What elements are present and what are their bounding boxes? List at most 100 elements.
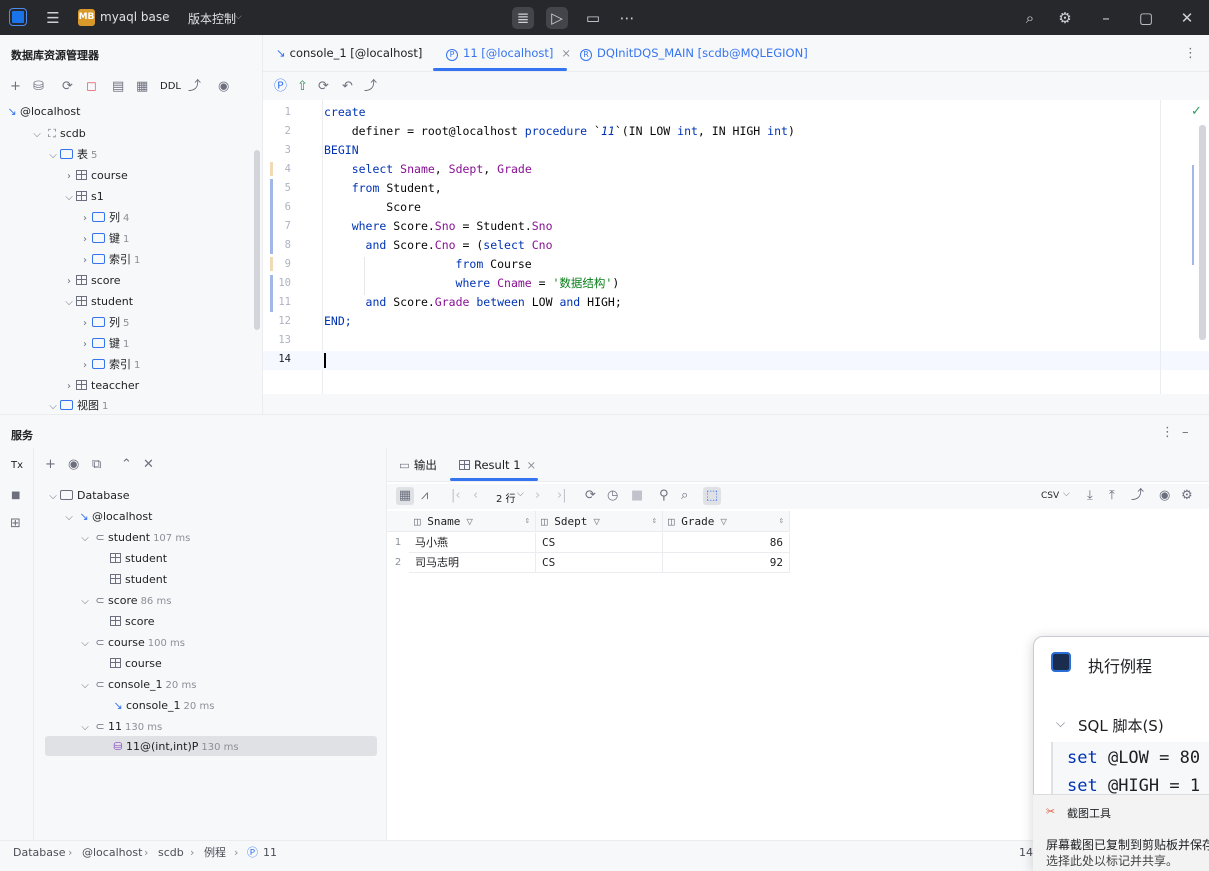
- refresh-icon[interactable]: ⟳: [62, 78, 73, 96]
- table-view-icon[interactable]: ▦: [136, 78, 148, 96]
- svc-procedure-call[interactable]: ⛁ 11@(int,int)P 130 ms: [110, 736, 238, 757]
- tree-table-student[interactable]: ⌵ student: [62, 291, 133, 312]
- chevron-right-icon[interactable]: ›: [62, 166, 76, 187]
- tab-output[interactable]: ▭ 输出: [399, 449, 437, 482]
- history-icon[interactable]: ◷: [607, 487, 618, 505]
- execute-procedure-icon[interactable]: Ⓟ: [274, 78, 287, 96]
- download-icon[interactable]: ⤓: [1087, 487, 1093, 505]
- select-cursor-icon[interactable]: ⬚: [703, 487, 721, 505]
- stop-icon[interactable]: ■: [631, 487, 643, 505]
- prev-page-icon[interactable]: ‹: [473, 487, 478, 505]
- cell-grade[interactable]: 86: [663, 533, 790, 553]
- column-header-sdept[interactable]: ◫ Sdept ▽ ⇕: [536, 511, 663, 532]
- close-tab-icon[interactable]: ×: [561, 46, 571, 60]
- database-icon[interactable]: ≣: [512, 7, 534, 29]
- ddl-button[interactable]: DDL: [160, 81, 181, 92]
- cell-grade[interactable]: 92: [663, 553, 790, 573]
- view-options-icon[interactable]: ◉: [218, 78, 229, 96]
- jump-icon[interactable]: ⤴: [188, 78, 201, 96]
- commit-icon[interactable]: ⇧: [297, 78, 308, 96]
- explorer-scrollbar[interactable]: [254, 150, 260, 330]
- svc-student-result-1[interactable]: student: [110, 548, 167, 569]
- chart-icon[interactable]: ⩘: [421, 487, 428, 505]
- cell-sdept[interactable]: CS: [536, 533, 663, 553]
- breadcrumb-schema[interactable]: scdb: [158, 841, 184, 865]
- chevron-right-icon[interactable]: ›: [78, 334, 92, 355]
- refresh-icon[interactable]: ⟳: [318, 78, 329, 96]
- sql-script-section[interactable]: SQL 脚本(S): [1078, 715, 1164, 736]
- tree-views[interactable]: ⌵ 视图 1: [46, 395, 108, 416]
- svc-score-result[interactable]: score: [110, 611, 155, 632]
- chevron-down-icon[interactable]: ⌵: [78, 675, 92, 696]
- tree-student-indexes[interactable]: › 索引 1: [78, 354, 140, 375]
- chevron-down-icon[interactable]: ⌵: [62, 292, 76, 313]
- main-menu-icon[interactable]: ☰: [42, 7, 64, 29]
- add-icon[interactable]: +: [45, 456, 56, 474]
- collapse-all-icon[interactable]: ✕: [143, 456, 154, 474]
- rollback-icon[interactable]: ↶: [342, 78, 353, 96]
- search-icon[interactable]: ⌕: [1019, 7, 1041, 29]
- sort-icon[interactable]: ⇕: [652, 511, 657, 532]
- tab-procedure-11[interactable]: P 11 [@localhost] ×: [446, 37, 571, 70]
- tree-table-course[interactable]: › course: [62, 165, 128, 186]
- svc-session-student[interactable]: ⌵ ⊂ student 107 ms: [78, 527, 190, 548]
- view-options-icon[interactable]: ◉: [1159, 487, 1170, 505]
- tab-dqinit[interactable]: R DQInitDQS_MAIN [scdb@MQLEGION]: [580, 37, 808, 70]
- jump-icon[interactable]: ⤴: [1131, 487, 1144, 505]
- column-header-grade[interactable]: ◫ Grade ▽ ⇕: [663, 511, 790, 532]
- chevron-right-icon[interactable]: ›: [62, 271, 76, 292]
- sort-icon[interactable]: ⇕: [779, 511, 784, 532]
- tree-table-teaccher[interactable]: › teaccher: [62, 375, 139, 396]
- editor-scrollbar[interactable]: [1199, 125, 1206, 340]
- breadcrumb-host[interactable]: @localhost: [82, 841, 142, 865]
- layout-icon[interactable]: ⊞: [10, 515, 21, 533]
- tree-tables[interactable]: ⌵ 表 5: [46, 144, 97, 165]
- section-chevron-down-icon[interactable]: ⌵: [1056, 716, 1065, 731]
- run-icon[interactable]: ▷: [546, 7, 568, 29]
- cell-sname[interactable]: 马小燕: [409, 533, 536, 553]
- datasource-props-icon[interactable]: ⛁: [33, 78, 44, 96]
- tree-host[interactable]: ↘ @localhost: [4, 101, 80, 122]
- chevron-down-icon[interactable]: ⌵: [46, 486, 60, 507]
- svc-database[interactable]: ⌵ Database: [46, 485, 129, 507]
- chevron-right-icon[interactable]: ›: [78, 313, 92, 334]
- chevron-down-icon[interactable]: ⌵: [78, 528, 92, 549]
- svc-course-result[interactable]: course: [110, 653, 162, 674]
- tree-table-s1[interactable]: ⌵ s1: [62, 186, 104, 207]
- chevron-right-icon[interactable]: ›: [78, 355, 92, 376]
- breadcrumb-routines[interactable]: 例程: [204, 841, 226, 865]
- search-icon[interactable]: ⌕: [681, 487, 688, 505]
- svc-session-console[interactable]: ⌵ ⊂ console_1 20 ms: [78, 674, 196, 695]
- settings-gear-icon[interactable]: ⚙: [1181, 487, 1193, 505]
- chevron-down-icon[interactable]: ⌵: [78, 591, 92, 612]
- svc-session-score[interactable]: ⌵ ⊂ score 86 ms: [78, 590, 171, 611]
- more-icon[interactable]: ⋯: [616, 7, 638, 29]
- tab-console-1[interactable]: ↘ console_1 [@localhost]: [276, 37, 422, 70]
- next-page-icon[interactable]: ›: [535, 487, 540, 505]
- stop-icon[interactable]: ■: [11, 487, 20, 505]
- chevron-right-icon[interactable]: ›: [78, 208, 92, 229]
- new-tab-icon[interactable]: ⧉: [92, 456, 101, 474]
- filter-icon[interactable]: ▽: [466, 515, 473, 528]
- expand-all-icon[interactable]: ⌃: [121, 456, 132, 474]
- settings-gear-icon[interactable]: ⚙: [1054, 7, 1076, 29]
- chevron-down-icon[interactable]: ⌵: [46, 145, 60, 166]
- filter-icon[interactable]: ▽: [593, 515, 600, 528]
- breadcrumb-database[interactable]: Database: [13, 841, 66, 865]
- rows-count-dropdown[interactable]: 2 行: [496, 490, 516, 505]
- vcs-menu[interactable]: 版本控制: [188, 10, 236, 27]
- close-tab-icon[interactable]: ×: [527, 458, 537, 472]
- svc-host[interactable]: ⌵ ↘ @localhost: [62, 506, 152, 527]
- column-header-sname[interactable]: ◫ Sname ▽ ⇕: [409, 511, 536, 532]
- tab-more-icon[interactable]: ⋮: [1184, 45, 1197, 63]
- tree-table-score[interactable]: › score: [62, 270, 121, 291]
- hide-panel-icon[interactable]: –: [1182, 424, 1189, 442]
- add-icon[interactable]: +: [10, 78, 21, 96]
- tree-s1-indexes[interactable]: › 索引 1: [78, 249, 140, 270]
- panel-options-icon[interactable]: ⋮: [1161, 424, 1174, 442]
- project-name[interactable]: myaql base: [100, 10, 170, 24]
- chevron-right-icon[interactable]: ›: [78, 250, 92, 271]
- tree-student-keys[interactable]: › 键 1: [78, 333, 129, 354]
- chevron-down-icon[interactable]: ⌵: [30, 124, 44, 145]
- last-page-icon[interactable]: ›|: [557, 487, 567, 505]
